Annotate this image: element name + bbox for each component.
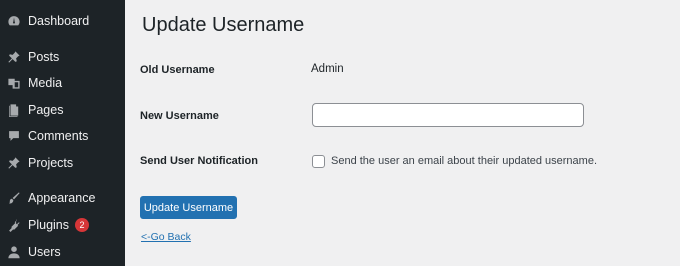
sidebar-item-users[interactable]: Users	[0, 240, 125, 264]
pin-icon	[7, 156, 21, 170]
admin-sidebar: Dashboard Posts Media Pages Comments Pro…	[0, 0, 125, 266]
plugin-icon	[7, 218, 21, 232]
brush-icon	[7, 191, 21, 205]
sidebar-item-label: Dashboard	[28, 14, 90, 28]
old-username-label: Old Username	[140, 64, 215, 76]
sidebar-item-pages[interactable]: Pages	[0, 98, 125, 122]
media-icon	[7, 76, 21, 90]
notification-checkbox-label[interactable]: Send the user an email about their updat…	[331, 155, 597, 167]
sidebar-item-posts[interactable]: Posts	[0, 45, 125, 69]
main-content: Update Username Old Username Admin New U…	[125, 0, 680, 266]
sidebar-item-label: Posts	[28, 50, 60, 64]
pages-icon	[7, 103, 21, 117]
sidebar-item-label: Appearance	[28, 191, 96, 205]
sidebar-item-label: Projects	[28, 156, 74, 170]
page-title: Update Username	[142, 14, 305, 36]
update-count-badge: 2	[75, 218, 89, 232]
sidebar-item-comments[interactable]: Comments	[0, 124, 125, 148]
comment-icon	[7, 129, 21, 143]
notification-checkbox[interactable]	[312, 155, 325, 168]
sidebar-item-label: Comments	[28, 129, 89, 143]
pin-icon	[7, 50, 21, 64]
new-username-label: New Username	[140, 110, 219, 122]
sidebar-item-label: Media	[28, 76, 63, 90]
sidebar-item-media[interactable]: Media	[0, 71, 125, 95]
sidebar-item-label: Plugins	[28, 218, 69, 232]
sidebar-item-dashboard[interactable]: Dashboard	[0, 9, 125, 33]
go-back-link[interactable]: <-Go Back	[141, 231, 191, 243]
user-icon	[7, 245, 21, 259]
sidebar-item-label: Pages	[28, 103, 64, 117]
sidebar-item-label: Users	[28, 245, 61, 259]
update-username-button[interactable]: Update Username	[140, 196, 237, 219]
sidebar-item-plugins[interactable]: Plugins 2	[0, 213, 125, 237]
old-username-value: Admin	[311, 63, 344, 75]
new-username-input[interactable]	[312, 103, 584, 127]
sidebar-item-appearance[interactable]: Appearance	[0, 186, 125, 210]
dashboard-icon	[7, 14, 21, 28]
sidebar-item-projects[interactable]: Projects	[0, 151, 125, 175]
notification-label: Send User Notification	[140, 155, 258, 167]
